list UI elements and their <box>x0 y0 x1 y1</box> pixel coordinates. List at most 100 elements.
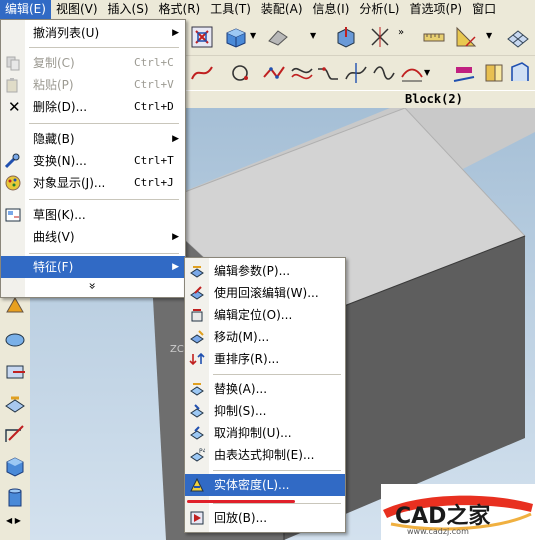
blend-icon[interactable] <box>3 422 27 446</box>
separator <box>29 253 179 254</box>
menu-item-delete[interactable]: ✕ 删除(D)... Ctrl+D <box>1 96 185 118</box>
menu-item-transform[interactable]: 变换(N)... Ctrl+T <box>1 150 185 172</box>
menu-item-hide[interactable]: 隐藏(B) ▶ <box>1 128 185 150</box>
submenu-arrow-icon: ▶ <box>172 232 179 242</box>
menu-format[interactable]: 格式(R) <box>154 0 206 19</box>
object-display-icon <box>5 175 21 191</box>
watermark-url: www.cadzj.com <box>407 527 469 536</box>
ruler-icon[interactable] <box>422 25 446 49</box>
menu-item-curve[interactable]: 曲线(V) ▶ <box>1 226 185 248</box>
transform-icon <box>5 153 20 169</box>
submenu-arrow-icon: ▶ <box>172 28 179 38</box>
menu-item-undo-list[interactable]: 撤消列表(U) ▶ <box>1 22 185 44</box>
separator <box>213 374 341 375</box>
delete-icon: ✕ <box>8 98 21 116</box>
menu-expand-more[interactable]: » <box>1 277 185 295</box>
view-orient-icon[interactable] <box>334 25 358 49</box>
watermark-brand: CAD之家 <box>395 504 491 529</box>
menu-item-object-display[interactable]: 对象显示(J)... Ctrl+J <box>1 172 185 194</box>
render-style-icon[interactable] <box>266 25 290 49</box>
submenu-arrow-icon: ▶ <box>172 134 179 144</box>
menu-item-playback[interactable]: 回放(B)... <box>185 507 345 529</box>
solid-density-icon <box>190 477 204 492</box>
revolve-icon[interactable] <box>3 328 27 352</box>
watermark: CAD之家 www.cadzj.com <box>381 484 535 540</box>
spline-icon[interactable] <box>190 61 214 85</box>
unsuppress-icon <box>190 426 204 440</box>
dropdown-arrow-icon[interactable]: ▼ <box>424 68 430 77</box>
boss-icon[interactable] <box>3 392 27 416</box>
bridge-curve-icon[interactable] <box>316 61 340 85</box>
separator <box>29 199 179 200</box>
menu-item-paste[interactable]: 粘贴(P) Ctrl+V <box>1 74 185 96</box>
svg-text:P4: P4 <box>199 448 205 455</box>
suppress-icon <box>190 404 204 418</box>
menu-item-replace[interactable]: 替换(A)... <box>185 378 345 400</box>
part-title: Block(2) <box>405 92 463 106</box>
menu-item-edit-parameters[interactable]: 编辑参数(P)... <box>185 260 345 282</box>
paste-icon <box>6 78 18 93</box>
wrap-curve-icon[interactable] <box>508 61 532 85</box>
edit-positioning-icon <box>191 309 203 322</box>
separator <box>29 47 179 48</box>
menu-item-suppress[interactable]: 抑制(S)... <box>185 400 345 422</box>
menu-item-rollback-edit[interactable]: 使用回滚编辑(W)... <box>185 282 345 304</box>
menu-item-solid-density[interactable]: 实体密度(L)... <box>185 474 345 496</box>
menu-view[interactable]: 视图(V) <box>51 0 103 19</box>
more-icon[interactable]: » <box>398 27 404 38</box>
menu-item-sketch[interactable]: 草图(K)... <box>1 204 185 226</box>
mirror-curve-icon[interactable] <box>482 61 506 85</box>
triangle-ruler-icon[interactable] <box>454 25 478 49</box>
replace-icon <box>190 383 204 396</box>
menu-preferences[interactable]: 首选项(P) <box>404 0 467 19</box>
menu-item-copy[interactable]: 复制(C) Ctrl+C <box>1 52 185 74</box>
edit-menu: 撤消列表(U) ▶ 复制(C) Ctrl+C 粘贴(P) Ctrl+V ✕ 删除… <box>0 19 186 298</box>
menu-window[interactable]: 窗口 <box>467 0 501 19</box>
dropdown-arrow-icon[interactable]: ▼ <box>486 31 492 40</box>
menu-item-edit-positioning[interactable]: 编辑定位(O)... <box>185 304 345 326</box>
join-curve-icon[interactable] <box>372 61 396 85</box>
menu-bar: 编辑(E) 视图(V) 插入(S) 格式(R) 工具(T) 装配(A) 信息(I… <box>0 0 535 20</box>
project-curve-icon[interactable] <box>452 61 476 85</box>
surface-grid-icon[interactable] <box>506 25 530 49</box>
move-icon <box>190 330 204 344</box>
separator <box>213 503 341 504</box>
separator <box>213 470 341 471</box>
menu-item-suppress-by-expression[interactable]: P4 由表达式抑制(E)... <box>185 444 345 466</box>
trim-curve-icon[interactable] <box>344 61 368 85</box>
circle-point-icon[interactable] <box>228 61 252 85</box>
polyline-icon[interactable] <box>262 61 286 85</box>
scroll-arrows-icon[interactable]: ◀ ▶ <box>6 516 21 525</box>
rollback-edit-icon <box>190 286 204 300</box>
menu-item-reorder[interactable]: 重排序(R)... <box>185 348 345 370</box>
menu-analysis[interactable]: 分析(L) <box>354 0 404 19</box>
part-title-bar: Block(2) <box>185 90 535 110</box>
extract-curve-icon[interactable] <box>400 61 424 85</box>
separator <box>29 123 179 124</box>
cylinder-icon[interactable] <box>3 486 27 510</box>
menu-assembly[interactable]: 装配(A) <box>256 0 308 19</box>
offset-curve-icon[interactable] <box>290 61 314 85</box>
dropdown-arrow-icon[interactable]: ▼ <box>310 31 316 40</box>
menu-item-unsuppress[interactable]: 取消抑制(U)... <box>185 422 345 444</box>
menu-edit[interactable]: 编辑(E) <box>0 0 51 19</box>
menu-tools[interactable]: 工具(T) <box>205 0 256 19</box>
menu-item-feature[interactable]: 特征(F) ▶ <box>1 256 185 278</box>
feature-submenu: 编辑参数(P)... 使用回滚编辑(W)... 编辑定位(O)... 移动(M)… <box>184 257 346 533</box>
reorder-icon <box>189 352 205 366</box>
dropdown-arrow-icon[interactable]: ▼ <box>250 31 256 40</box>
menu-item-move[interactable]: 移动(M)... <box>185 326 345 348</box>
sketch-icon <box>5 208 21 222</box>
fit-view-icon[interactable] <box>190 25 214 49</box>
suppress-by-expression-icon: P4 <box>190 448 205 462</box>
dimension-icon[interactable] <box>368 25 392 49</box>
menu-insert[interactable]: 插入(S) <box>103 0 154 19</box>
block-icon[interactable] <box>3 454 27 478</box>
axis-label: ZC <box>170 344 184 355</box>
copy-icon <box>6 56 20 71</box>
shaded-view-icon[interactable] <box>224 25 248 49</box>
hole-icon[interactable] <box>3 360 27 384</box>
playback-icon <box>190 511 204 525</box>
menu-info[interactable]: 信息(I) <box>308 0 355 19</box>
edit-parameters-icon <box>190 266 204 278</box>
